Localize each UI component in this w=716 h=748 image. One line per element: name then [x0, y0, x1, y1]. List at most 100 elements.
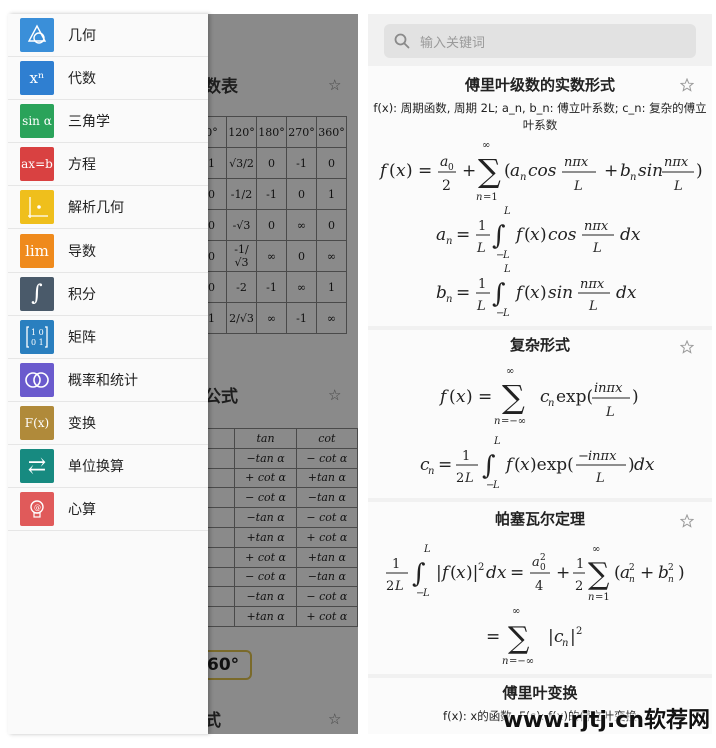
table-cell: − cot α [295, 586, 358, 608]
svg-text:=: = [486, 627, 500, 647]
table-cell: 120° [226, 116, 257, 148]
svg-text:cos: cos [548, 225, 577, 245]
drawer-item-algebra[interactable]: xⁿ 代数 [8, 57, 208, 101]
table-cell: + cot α [234, 546, 297, 568]
trig-table-title: 数表 [204, 77, 238, 97]
table-cell: − cot α [234, 566, 297, 588]
search-input[interactable]: 输入关键词 [384, 24, 696, 58]
drawer-item-label: 方程 [68, 157, 96, 174]
star-icon: ☆ [328, 76, 342, 94]
watermark: www.rjtj.cn软荐网 [502, 708, 710, 733]
svg-text:x: x [456, 387, 466, 407]
fourier-complex-form-card: 复杂形式 f(x) = ∑ ∞ n =−∞ cn exp( inπx L ) cn… [368, 330, 712, 498]
svg-text:L: L [502, 250, 510, 261]
drawer-item-unit-conversion[interactable]: ⇄ 单位换算 [8, 445, 208, 488]
svg-text:dx: dx [486, 563, 507, 583]
svg-text:2: 2 [456, 471, 464, 486]
svg-text:0 1: 0 1 [31, 338, 44, 347]
drawer-item-trigonometry[interactable]: sin α 三角学 [8, 100, 208, 144]
drawer-item-integral[interactable]: ∫ 积分 [8, 273, 208, 316]
svg-text:=−∞: =−∞ [501, 416, 526, 427]
drawer-item-label: 三角学 [68, 114, 110, 131]
drawer-item-matrix[interactable]: 1 00 1 矩阵 [8, 316, 208, 359]
svg-text:=1: =1 [483, 192, 498, 203]
svg-text:L: L [595, 471, 605, 486]
svg-text:n: n [494, 416, 500, 427]
svg-text:): ) [540, 225, 547, 245]
svg-text:dx: dx [634, 455, 655, 475]
search-icon [394, 33, 410, 49]
table-cell: 0 [256, 209, 287, 241]
favorite-star-icon[interactable] [680, 340, 694, 354]
table-cell: 1 [316, 271, 347, 303]
table-cell: − cot α [295, 507, 358, 528]
svg-text:L: L [422, 588, 430, 599]
svg-text:n: n [446, 236, 452, 247]
svg-text:inπx: inπx [588, 449, 617, 464]
drawer-item-label: 代数 [68, 71, 96, 88]
svg-text:∞: ∞ [482, 140, 490, 151]
geometry-icon [20, 18, 54, 52]
svg-text:∑: ∑ [508, 621, 530, 656]
fourier-real-form-card: 傅里叶级数的实数形式 f(x): 周期函数, 周期 2L; a_n, b_n: … [368, 66, 712, 326]
drawer-item-label: 导数 [68, 243, 96, 260]
table-cell: −tan α [234, 586, 297, 608]
svg-text:): ) [540, 283, 547, 303]
svg-text:∑: ∑ [588, 557, 610, 592]
table-cell: -2 [226, 271, 257, 303]
svg-text:n: n [476, 192, 482, 203]
svg-text:L: L [573, 179, 583, 194]
table-cell: −tan α [234, 447, 297, 469]
formula-section-title: 公式 [204, 387, 238, 407]
svg-text:n: n [520, 172, 526, 183]
drawer-item-probability[interactable]: 概率和统计 [8, 359, 208, 402]
integral-icon: ∫ [20, 276, 54, 311]
drawer-item-mental-math[interactable]: @ 心算 [8, 488, 208, 532]
table-cell: -1 [256, 271, 287, 303]
svg-text:L: L [476, 299, 486, 314]
favorite-star-icon[interactable] [680, 514, 694, 528]
svg-text:∑: ∑ [478, 152, 501, 190]
unit-conversion-icon: ⇄ [20, 449, 54, 483]
svg-text:∫: ∫ [492, 221, 506, 251]
fourier-series-formula: f(x) = a0 2 + ∑ ∞ n =1 (a n cos nπx L + bns… [368, 136, 712, 325]
table-cell: 0 [256, 147, 287, 179]
svg-text:+: + [640, 563, 654, 583]
table-cell: ∞ [316, 240, 347, 272]
table-row: 0° 120° 180° 270° 360° [196, 116, 347, 148]
svg-text:L: L [423, 544, 431, 555]
svg-text:)|: )| [466, 563, 478, 583]
svg-text:nπx: nπx [664, 155, 689, 170]
table-cell: ∞ [286, 209, 317, 241]
svg-text:L: L [605, 405, 615, 420]
table-row: 0 -2 -1 ∞ 1 [196, 271, 347, 303]
drawer-item-equation[interactable]: ax=b 方程 [8, 143, 208, 187]
favorite-star-icon[interactable] [680, 78, 694, 92]
svg-text:∫: ∫ [482, 451, 496, 481]
table-cell: + cot α [295, 606, 358, 627]
card-title: 傅里叶变换 [502, 684, 578, 702]
svg-text:=: = [456, 283, 470, 303]
analytic-geometry-icon [20, 190, 54, 225]
drawer-item-geometry[interactable]: 几何 [8, 14, 208, 57]
table-cell: − cot α [295, 447, 358, 469]
table-cell: − cot α [234, 487, 297, 509]
svg-text:a: a [532, 555, 540, 570]
svg-text:2: 2 [442, 178, 451, 194]
svg-text:cos: cos [528, 161, 557, 181]
table-cell: -1/2 [226, 178, 257, 210]
drawer-item-derivative[interactable]: lim 导数 [8, 230, 208, 273]
svg-text:): ) [696, 161, 703, 181]
svg-text:4: 4 [535, 579, 543, 594]
svg-text:∞: ∞ [512, 606, 520, 617]
svg-text:|: | [548, 627, 554, 647]
trig-value-table: 0° 120° 180° 270° 360° 1 √3/2 0 -1 0 0 -1/2 -1 0 1 0 -√3… [196, 116, 347, 334]
svg-text:1: 1 [478, 219, 486, 234]
drawer-item-transform[interactable]: F(x) 变换 [8, 402, 208, 445]
svg-text:1: 1 [576, 557, 584, 572]
table-row: 0 -√3 0 ∞ 0 [196, 209, 347, 241]
drawer-item-analytic-geometry[interactable]: 解析几何 [8, 186, 208, 230]
svg-text:n: n [668, 575, 674, 585]
table-cell: + cot α [234, 467, 297, 489]
table-row: 0 -1/2 -1 0 1 [196, 178, 347, 210]
